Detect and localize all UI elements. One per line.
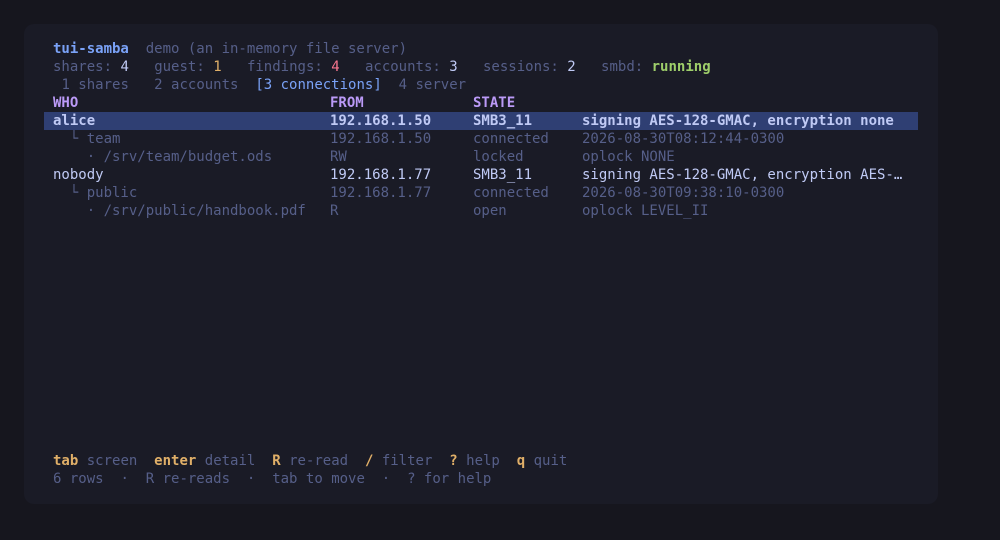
title-line: tui-samba demo (an in-memory file server… [53,40,407,58]
smbd-label: smbd: [601,59,644,75]
tab-accounts[interactable]: 2 accounts [154,77,238,93]
table-row[interactable]: · /srv/team/budget.ods RW locked oplock … [44,148,918,166]
hint-help: ? for help [407,471,492,487]
row-count: 6 rows [53,471,104,487]
shares-count: 4 [120,59,129,75]
key-help[interactable]: ? [449,453,457,469]
findings-count: 4 [331,59,340,75]
row-who: alice [53,113,96,129]
smbd-status: running [651,59,711,75]
key-help-label: help [466,453,500,469]
row-state: locked [473,149,524,165]
key-quit[interactable]: q [517,453,525,469]
accounts-count: 3 [449,59,458,75]
column-state: STATE [473,95,516,111]
guest-label: guest: [154,59,205,75]
guest-count: 1 [213,59,222,75]
separator: · [381,471,391,487]
row-detail: oplock LEVEL_II [582,203,709,219]
table-row[interactable]: · /srv/public/handbook.pdf R open oplock… [44,202,918,220]
app-subtitle: demo (an in-memory file server) [145,41,408,57]
row-from: 192.168.1.77 [330,167,432,183]
row-who: └ public [53,185,138,201]
app-title: tui-samba [53,41,129,57]
row-state: connected [473,185,549,201]
row-who: └ team [53,131,121,147]
row-from: 192.168.1.77 [330,185,432,201]
key-enter-label: detail [204,453,256,469]
tab-connections[interactable]: [3 connections] [255,77,381,93]
table-header: WHO FROM STATE [44,94,918,112]
column-who: WHO [53,95,79,111]
row-state: SMB3_11 [473,167,533,183]
hint-tab: tab to move [272,471,365,487]
row-detail: 2026-08-30T08:12:44-0300 [582,131,785,147]
keybar: tab screen enter detail R re-read / filt… [53,452,567,470]
row-from: R [330,203,339,219]
table-row[interactable]: alice 192.168.1.50 SMB3_11 signing AES-1… [44,112,918,130]
key-filter[interactable]: / [365,453,373,469]
table-row[interactable]: └ public 192.168.1.77 connected 2026-08-… [44,184,918,202]
key-reread-label: re-read [289,453,349,469]
terminal-window: tui-samba demo (an in-memory file server… [24,24,938,504]
separator: · [120,471,129,487]
stats-line: shares: 4 guest: 1 findings: 4 accounts:… [53,58,711,76]
status-line: 6 rows · R re-reads · tab to move · ? fo… [53,470,491,488]
row-who: · /srv/team/budget.ods [53,149,273,165]
row-state: SMB3_11 [473,113,533,129]
tab-server[interactable]: 4 server [399,77,466,93]
row-detail: signing AES-128-GMAC, encryption AES-… [582,167,903,183]
row-detail: oplock NONE [582,149,675,165]
row-state: connected [473,131,549,147]
row-from: 192.168.1.50 [330,131,432,147]
findings-label: findings: [246,59,323,75]
key-tab[interactable]: tab [53,453,78,469]
row-from: RW [330,149,347,165]
tab-shares[interactable]: 1 shares [61,77,128,93]
row-detail: signing AES-128-GMAC, encryption none [582,113,894,129]
key-filter-label: filter [381,453,433,469]
hint-reread: R re-reads [145,471,231,487]
key-tab-label: screen [86,453,138,469]
accounts-label: accounts: [364,59,441,75]
column-from: FROM [330,95,364,111]
row-who: · /srv/public/handbook.pdf [53,203,306,219]
sessions-label: sessions: [483,59,559,75]
shares-label: shares: [53,59,113,75]
row-detail: 2026-08-30T09:38:10-0300 [582,185,785,201]
table-row[interactable]: nobody 192.168.1.77 SMB3_11 signing AES-… [44,166,918,184]
tab-bar: 1 shares 2 accounts [3 connections] 4 se… [53,76,466,94]
key-enter[interactable]: enter [154,453,196,469]
table-row[interactable]: └ team 192.168.1.50 connected 2026-08-30… [44,130,918,148]
key-reread[interactable]: R [272,453,280,469]
row-who: nobody [53,167,104,183]
row-from: 192.168.1.50 [330,113,432,129]
separator: · [246,471,256,487]
row-state: open [473,203,507,219]
sessions-count: 2 [567,59,576,75]
key-quit-label: quit [533,453,568,469]
